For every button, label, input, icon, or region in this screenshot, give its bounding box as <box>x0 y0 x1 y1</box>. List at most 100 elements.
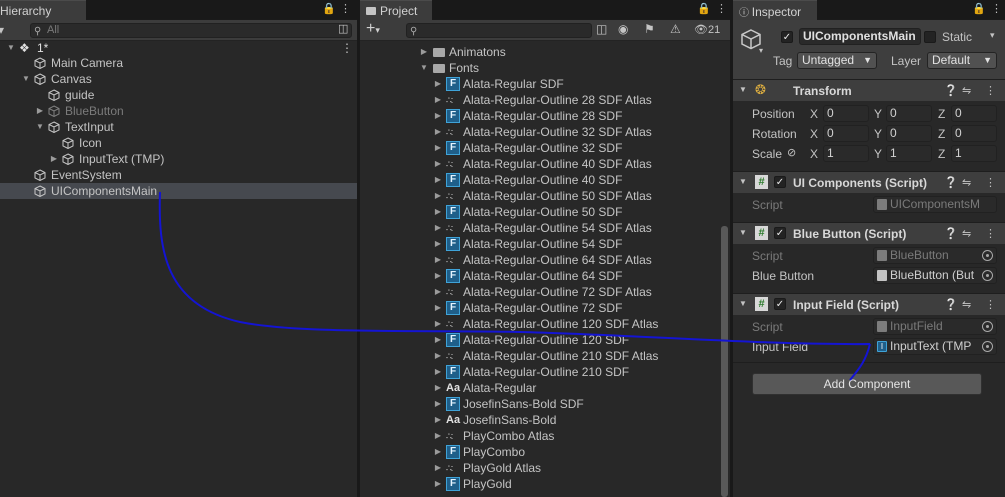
chevron-down-icon[interactable]: ▼ <box>35 119 45 135</box>
file-row[interactable]: ▶ F Alata-Regular-Outline 32 SDF <box>360 140 720 156</box>
constrain-proportions-icon[interactable]: ⊘ <box>787 146 796 159</box>
folder-row-animatons[interactable]: ▶ Animatons <box>360 44 720 60</box>
static-checkbox[interactable] <box>924 31 936 43</box>
enabled-checkbox[interactable]: ✓ <box>774 176 786 188</box>
rotation-x-input[interactable]: 0 <box>823 125 869 142</box>
chevron-right-icon[interactable]: ▶ <box>433 204 443 220</box>
hierarchy-item-guide[interactable]: guide <box>0 87 357 103</box>
hierarchy-item-eventsystem[interactable]: EventSystem <box>0 167 357 183</box>
chevron-right-icon[interactable]: ▶ <box>433 444 443 460</box>
chevron-down-icon[interactable]: ▼ <box>21 71 31 87</box>
object-picker-icon[interactable] <box>982 341 993 352</box>
ui-components-header[interactable]: ▼ # ✓ UI Components (Script) ❔ ⇋ ⋮ <box>733 171 1005 193</box>
hierarchy-item-icon[interactable]: Icon <box>0 135 357 151</box>
chevron-right-icon[interactable]: ▶ <box>433 236 443 252</box>
input-field-header[interactable]: ▼ # ✓ Input Field (Script) ❔ ⇋ ⋮ <box>733 293 1005 315</box>
input-field-object-field[interactable]: I InputText (TMP <box>873 338 997 355</box>
chevron-down-icon[interactable]: ▼ <box>739 177 747 186</box>
file-row[interactable]: ▶ ∴: Alata-Regular-Outline 32 SDF Atlas <box>360 124 720 140</box>
hierarchy-item-uicomponentsmain[interactable]: UIComponentsMain <box>0 183 357 199</box>
enabled-checkbox[interactable]: ✓ <box>774 298 786 310</box>
file-row[interactable]: ▶ F Alata-Regular-Outline 54 SDF <box>360 236 720 252</box>
chevron-right-icon[interactable]: ▶ <box>433 140 443 156</box>
file-row[interactable]: ▶ ∴: Alata-Regular-Outline 210 SDF Atlas <box>360 348 720 364</box>
help-icon[interactable]: ❔ <box>944 84 958 97</box>
chevron-right-icon[interactable]: ▶ <box>433 220 443 236</box>
help-icon[interactable]: ❔ <box>944 227 958 240</box>
chevron-right-icon[interactable]: ▶ <box>433 188 443 204</box>
active-checkbox[interactable]: ✓ <box>781 31 793 43</box>
blue-button-script-field[interactable]: BlueButton <box>873 247 997 264</box>
chevron-right-icon[interactable]: ▶ <box>35 103 45 119</box>
file-row[interactable]: ▶ F PlayGold <box>360 476 720 492</box>
lock-icon[interactable]: 🔒 <box>697 2 711 15</box>
chevron-right-icon[interactable]: ▶ <box>433 300 443 316</box>
hierarchy-item-main-camera[interactable]: Main Camera <box>0 55 357 71</box>
scale-x-input[interactable]: 1 <box>823 145 869 162</box>
chevron-down-icon[interactable]: ▼ <box>739 228 747 237</box>
file-row[interactable]: ▶ F JosefinSans-Bold SDF <box>360 396 720 412</box>
chevron-right-icon[interactable]: ▶ <box>433 316 443 332</box>
preset-icon[interactable]: ⇋ <box>962 84 971 97</box>
position-y-input[interactable]: 0 <box>886 105 932 122</box>
scale-z-input[interactable]: 1 <box>951 145 997 162</box>
file-row[interactable]: ▶ F Alata-Regular SDF <box>360 76 720 92</box>
file-row[interactable]: ▶ F Alata-Regular-Outline 50 SDF <box>360 204 720 220</box>
object-name-input[interactable]: UIComponentsMain <box>799 28 921 45</box>
filter-by-label-icon[interactable]: ⚑ <box>644 22 655 36</box>
file-row[interactable]: ▶ Aa Alata-Regular <box>360 380 720 396</box>
layer-dropdown[interactable]: Default ▼ <box>927 52 997 69</box>
chevron-right-icon[interactable]: ▶ <box>419 44 429 60</box>
hierarchy-item-canvas[interactable]: ▼ Canvas <box>0 71 357 87</box>
file-row[interactable]: ▶ ∴: PlayGold Atlas <box>360 460 720 476</box>
blue-button-object-field[interactable]: BlueButton (But <box>873 267 997 284</box>
search-options-icon[interactable]: ◫ <box>596 22 607 36</box>
chevron-down-icon[interactable]: ▼ <box>6 40 16 56</box>
panel-divider[interactable] <box>357 0 360 497</box>
ui-components-script-field[interactable]: UIComponentsM <box>873 196 997 213</box>
object-picker-icon[interactable] <box>982 250 993 261</box>
create-asset-button[interactable]: +▾ <box>366 20 380 38</box>
chevron-right-icon[interactable]: ▶ <box>433 92 443 108</box>
blue-button-header[interactable]: ▼ # ✓ Blue Button (Script) ❔ ⇋ ⋮ <box>733 222 1005 244</box>
chevron-right-icon[interactable]: ▶ <box>433 108 443 124</box>
file-row[interactable]: ▶ ∴: PlayCombo Atlas <box>360 428 720 444</box>
help-icon[interactable]: ❔ <box>944 176 958 189</box>
more-options-icon[interactable]: ⋮ <box>716 2 727 15</box>
project-search-input[interactable]: ⚲ <box>406 23 592 38</box>
add-component-button[interactable]: Add Component <box>752 373 982 395</box>
file-row[interactable]: ▶ F PlayCombo <box>360 444 720 460</box>
hierarchy-item-inputtext[interactable]: ▶ InputText (TMP) <box>0 151 357 167</box>
lock-icon[interactable]: 🔒 <box>972 2 986 15</box>
chevron-right-icon[interactable]: ▶ <box>433 332 443 348</box>
file-row[interactable]: ▶ F Alata-Regular-Outline 28 SDF <box>360 108 720 124</box>
chevron-right-icon[interactable]: ▶ <box>433 396 443 412</box>
help-icon[interactable]: ❔ <box>944 298 958 311</box>
scene-row[interactable]: ▼ ❖ 1* ⋮ <box>0 40 357 56</box>
hierarchy-item-textinput[interactable]: ▼ TextInput <box>0 119 357 135</box>
file-row[interactable]: ▶ ∴: Alata-Regular-Outline 72 SDF Atlas <box>360 284 720 300</box>
rotation-y-input[interactable]: 0 <box>886 125 932 142</box>
hierarchy-item-bluebutton[interactable]: ▶ BlueButton <box>0 103 357 119</box>
file-row[interactable]: ▶ F Alata-Regular-Outline 40 SDF <box>360 172 720 188</box>
tab-hierarchy[interactable]: Hierarchy <box>0 0 86 20</box>
search-options-icon[interactable]: ◫ <box>338 22 348 35</box>
position-z-input[interactable]: 0 <box>951 105 997 122</box>
file-row[interactable]: ▶ ∴: Alata-Regular-Outline 28 SDF Atlas <box>360 92 720 108</box>
file-row[interactable]: ▶ F Alata-Regular-Outline 72 SDF <box>360 300 720 316</box>
component-menu-icon[interactable]: ⋮ <box>985 176 996 189</box>
chevron-right-icon[interactable]: ▶ <box>433 76 443 92</box>
chevron-right-icon[interactable]: ▶ <box>433 252 443 268</box>
lock-icon[interactable]: 🔒 <box>322 2 336 15</box>
file-row[interactable]: ▶ F Alata-Regular-Outline 210 SDF <box>360 364 720 380</box>
chevron-right-icon[interactable]: ▶ <box>433 460 443 476</box>
chevron-right-icon[interactable]: ▶ <box>433 268 443 284</box>
tab-project[interactable]: Project <box>360 0 432 20</box>
chevron-right-icon[interactable]: ▶ <box>433 364 443 380</box>
file-row[interactable]: ▶ ∴: Alata-Regular-Outline 120 SDF Atlas <box>360 316 720 332</box>
chevron-right-icon[interactable]: ▶ <box>433 380 443 396</box>
component-menu-icon[interactable]: ⋮ <box>985 298 996 311</box>
chevron-right-icon[interactable]: ▶ <box>433 428 443 444</box>
project-scrollbar[interactable] <box>721 226 728 497</box>
chevron-right-icon[interactable]: ▶ <box>433 284 443 300</box>
